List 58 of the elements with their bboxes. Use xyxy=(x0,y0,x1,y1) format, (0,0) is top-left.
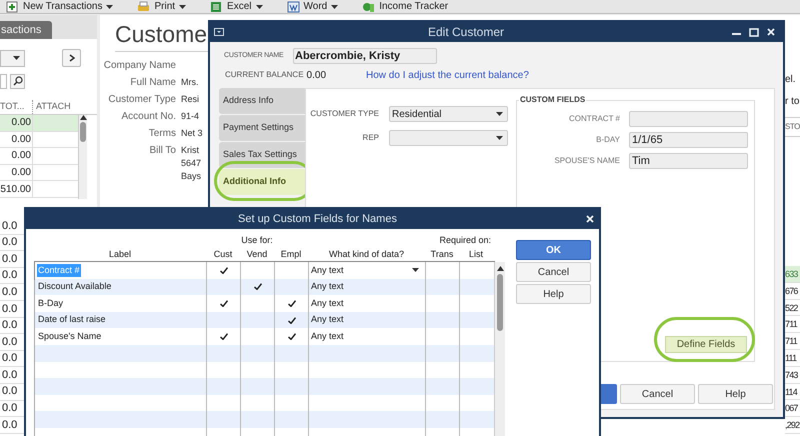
table-cell: 522 xyxy=(785,300,800,316)
table-cell-text: 510.00 xyxy=(0,182,32,197)
table-cell-text: Spouse's Name xyxy=(37,330,102,343)
field-label: CONTRACT # xyxy=(568,113,620,125)
table-cell: 633 xyxy=(785,266,800,283)
table-cell-text: 0.00 xyxy=(10,166,32,180)
field-value: 91-4 xyxy=(181,110,200,123)
field-label: REP xyxy=(362,132,379,144)
table-cell-text: 0.0 xyxy=(1,284,18,300)
field-value: Krist xyxy=(181,144,200,157)
table-cell-text: 0.0 xyxy=(1,252,18,267)
table-cell-text: 0.0 xyxy=(1,334,18,350)
table-cell-text: 0.00 xyxy=(10,149,32,164)
table-cell-text: 0.0 xyxy=(1,268,18,284)
table-cell-text: 0.0 xyxy=(1,384,18,400)
table-cell-text: Any text xyxy=(311,296,344,310)
table-cell-text: 0.00 xyxy=(10,132,32,147)
table-cell-text: Discount Available xyxy=(37,280,112,294)
page-heading: Custome xyxy=(115,20,207,48)
field-label: Customer Type xyxy=(107,93,176,106)
field-label: Full Name xyxy=(129,76,176,89)
table-cell-text: Any text xyxy=(311,330,344,343)
table-cell-text: 0.0 xyxy=(1,235,18,250)
window-title: Set up Custom Fields for Names xyxy=(238,212,397,227)
field-label: SPOUSE'S NAME xyxy=(553,155,620,167)
field-label: Company Name xyxy=(102,59,176,72)
group-label: Use for: xyxy=(240,234,274,247)
table-cell: Contract # xyxy=(37,264,81,278)
field-label: CUSTOMER TYPE xyxy=(309,108,379,120)
field-value: Bays xyxy=(181,170,202,183)
table-cell-text: 0.0 xyxy=(1,368,18,383)
table-cell-text: 0.0 xyxy=(1,351,18,366)
table-cell-text: B-Day xyxy=(37,296,64,310)
table-cell-text: 0.00 xyxy=(10,116,32,130)
text-fragment: el. xyxy=(785,73,797,87)
table-cell-text: 0.0 xyxy=(1,418,18,433)
field-label: CURRENT BALANCE xyxy=(225,69,304,81)
text-fragment: r to xyxy=(785,95,800,109)
table-cell-text: Any text xyxy=(311,264,344,277)
field-label: Bill To xyxy=(148,144,176,158)
field-label: Terms xyxy=(148,127,176,140)
field-label: Account No. xyxy=(120,110,176,123)
field-value: Net 3 xyxy=(181,127,203,140)
group-label: Required on: xyxy=(438,234,492,247)
balance-value: 0.00 xyxy=(306,68,326,82)
table-cell-text: 0.0 xyxy=(1,401,18,416)
table-cell-text: 0.0 xyxy=(1,318,18,334)
window-title: Edit Customer xyxy=(428,24,504,41)
table-cell-text: Any text xyxy=(311,280,344,294)
table-cell-text: 0.0 xyxy=(1,218,18,234)
table-cell-text: Date of last raise xyxy=(37,313,107,326)
field-value: Resi xyxy=(181,93,200,106)
table-cell-text: Any text xyxy=(311,313,344,326)
table-cell-text: 0.0 xyxy=(1,302,18,317)
field-value: Mrs. xyxy=(181,76,198,89)
table-cell: 114 xyxy=(785,384,800,400)
field-label: B-DAY xyxy=(595,134,620,146)
field-value: 5647 xyxy=(181,157,202,170)
